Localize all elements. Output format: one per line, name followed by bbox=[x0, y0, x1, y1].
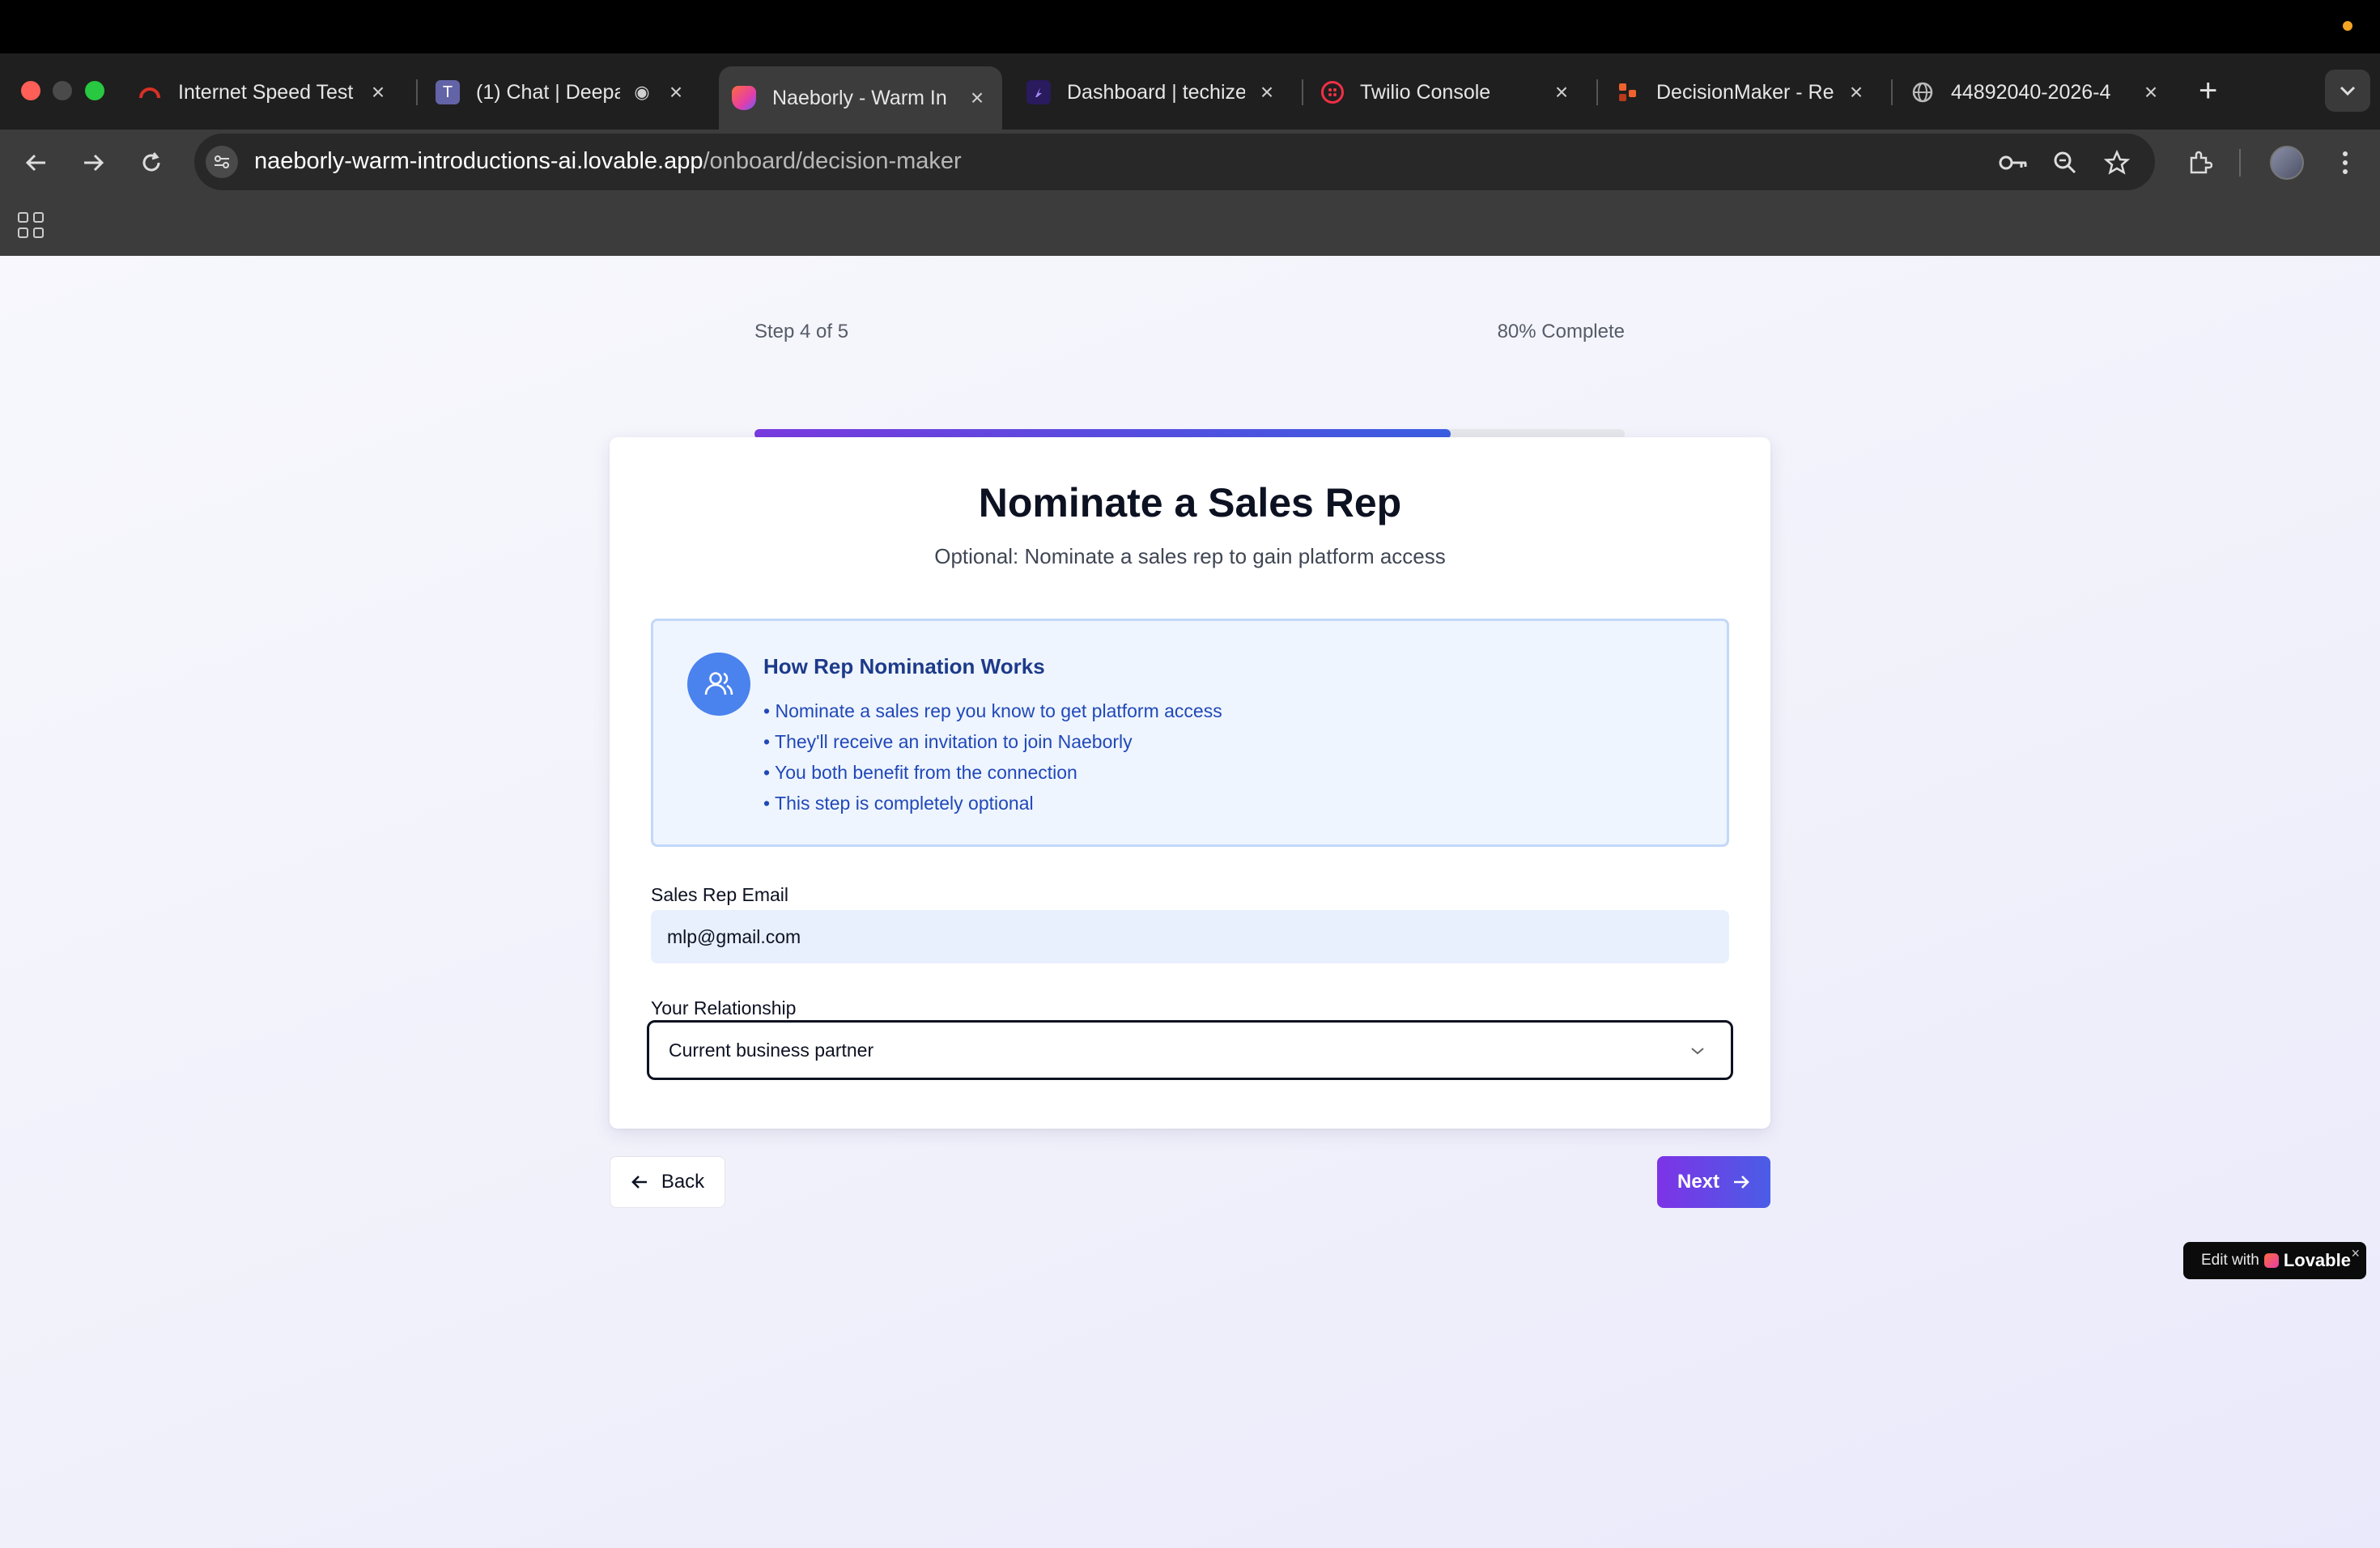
site-settings-icon[interactable] bbox=[206, 146, 238, 178]
tab-search-button[interactable] bbox=[2325, 70, 2370, 112]
menu-bar bbox=[0, 0, 2380, 53]
dashboard-icon bbox=[1026, 80, 1051, 104]
profile-avatar[interactable] bbox=[2270, 146, 2304, 180]
browser-tab[interactable]: 44892040-2026-4 × bbox=[1898, 70, 2176, 115]
apps-grid-icon[interactable] bbox=[18, 212, 44, 238]
arrow-right-icon bbox=[1734, 1176, 1749, 1189]
reload-icon[interactable] bbox=[131, 142, 172, 183]
teams-icon: T bbox=[436, 80, 460, 104]
tab-title: 44892040-2026-4 bbox=[1951, 80, 2111, 104]
tab-title: DecisionMaker - Re bbox=[1656, 80, 1834, 104]
browser-tab[interactable]: DecisionMaker - Re × bbox=[1603, 70, 1881, 115]
relationship-label: Your Relationship bbox=[651, 997, 797, 1019]
info-item: You both benefit from the connection bbox=[763, 757, 1222, 788]
more-menu-icon[interactable] bbox=[2331, 146, 2359, 180]
browser-tab[interactable]: T (1) Chat | Deepa ◉ × bbox=[423, 70, 701, 115]
speedometer-icon bbox=[138, 80, 162, 104]
page-subtitle: Optional: Nominate a sales rep to gain p… bbox=[934, 544, 1446, 568]
window-close-button[interactable] bbox=[21, 81, 40, 100]
zoom-icon[interactable] bbox=[2048, 146, 2082, 180]
recording-icon: ◉ bbox=[634, 82, 650, 102]
close-tab-icon[interactable]: × bbox=[1844, 79, 1868, 105]
twilio-icon bbox=[1321, 81, 1344, 104]
relationship-value: Current business partner bbox=[669, 1039, 874, 1061]
page-viewport: Step 4 of 5 80% Complete Nominate a Sale… bbox=[0, 256, 2380, 1548]
bookmark-star-icon[interactable] bbox=[2100, 146, 2134, 180]
relationship-select[interactable]: Current business partner bbox=[647, 1020, 1733, 1080]
close-tab-icon[interactable]: × bbox=[965, 85, 989, 111]
edit-with-lovable-badge[interactable]: Edit with Lovable × bbox=[2183, 1242, 2366, 1279]
info-item: This step is completely optional bbox=[763, 788, 1222, 819]
tab-divider bbox=[416, 79, 418, 105]
window-zoom-button[interactable] bbox=[85, 81, 104, 100]
back-arrow-icon[interactable] bbox=[16, 142, 57, 183]
info-list: Nominate a sales rep you know to get pla… bbox=[763, 695, 1222, 819]
step-label: Step 4 of 5 bbox=[754, 321, 849, 342]
browser-tab[interactable]: Dashboard | techize × bbox=[1014, 70, 1292, 115]
extensions-icon[interactable] bbox=[2182, 146, 2216, 180]
url-text[interactable]: naeborly-warm-introductions-ai.lovable.a… bbox=[254, 148, 962, 175]
decisionmaker-icon bbox=[1616, 80, 1640, 104]
email-label: Sales Rep Email bbox=[651, 884, 789, 905]
tab-title: (1) Chat | Deepa bbox=[476, 80, 620, 104]
chevron-down-icon bbox=[2340, 86, 2356, 96]
badge-close-icon[interactable]: × bbox=[2351, 1245, 2360, 1262]
close-tab-icon[interactable]: × bbox=[366, 79, 390, 105]
chevron-down-icon bbox=[1685, 1039, 1710, 1063]
close-tab-icon[interactable]: × bbox=[664, 79, 688, 105]
password-key-icon[interactable] bbox=[1996, 146, 2030, 180]
users-icon bbox=[687, 653, 750, 716]
info-item: They'll receive an invitation to join Na… bbox=[763, 726, 1222, 757]
page-title: Nominate a Sales Rep bbox=[978, 480, 1402, 525]
close-tab-icon[interactable]: × bbox=[2139, 79, 2163, 105]
tab-title: Naeborly - Warm In bbox=[772, 86, 947, 109]
lovable-heart-icon bbox=[732, 86, 756, 110]
tab-divider bbox=[1302, 79, 1303, 105]
globe-icon bbox=[1910, 80, 1935, 104]
close-tab-icon[interactable]: × bbox=[1549, 79, 1574, 105]
badge-prefix: Edit with bbox=[2201, 1252, 2259, 1269]
toolbar-divider bbox=[2239, 149, 2241, 176]
url-host: naeborly-warm-introductions-ai.lovable.a… bbox=[254, 148, 703, 174]
arrow-left-icon bbox=[631, 1176, 647, 1189]
back-label: Back bbox=[661, 1171, 705, 1193]
forward-arrow-icon[interactable] bbox=[73, 142, 113, 183]
window-minimize-button[interactable] bbox=[53, 81, 72, 100]
next-label: Next bbox=[1677, 1171, 1720, 1193]
new-tab-button[interactable]: + bbox=[2199, 74, 2217, 107]
complete-label: 80% Complete bbox=[1497, 321, 1625, 342]
next-button[interactable]: Next bbox=[1657, 1156, 1770, 1208]
close-tab-icon[interactable]: × bbox=[1255, 79, 1279, 105]
browser-tab-active[interactable]: Naeborly - Warm In × bbox=[719, 66, 1002, 130]
tab-title: Twilio Console bbox=[1360, 80, 1491, 104]
sales-rep-email-input[interactable] bbox=[651, 910, 1729, 963]
bookmarks-bar bbox=[0, 196, 2380, 256]
url-path: /onboard/decision-maker bbox=[703, 148, 962, 174]
tab-divider bbox=[1596, 79, 1598, 105]
tab-divider bbox=[1891, 79, 1893, 105]
browser-tab[interactable]: Twilio Console × bbox=[1308, 70, 1587, 115]
info-title: How Rep Nomination Works bbox=[763, 654, 1045, 678]
nomination-card: Nominate a Sales Rep Optional: Nominate … bbox=[610, 437, 1770, 1129]
notification-dot bbox=[2343, 21, 2352, 31]
info-item: Nominate a sales rep you know to get pla… bbox=[763, 695, 1222, 726]
lovable-heart-icon bbox=[2263, 1253, 2279, 1268]
tab-title: Dashboard | techize bbox=[1067, 80, 1245, 104]
info-box: How Rep Nomination Works Nominate a sale… bbox=[651, 619, 1729, 847]
back-button[interactable]: Back bbox=[610, 1156, 725, 1208]
browser-tab[interactable]: Internet Speed Test × bbox=[125, 70, 403, 115]
tab-title: Internet Speed Test bbox=[178, 80, 354, 104]
badge-brand: Lovable bbox=[2283, 1250, 2351, 1270]
